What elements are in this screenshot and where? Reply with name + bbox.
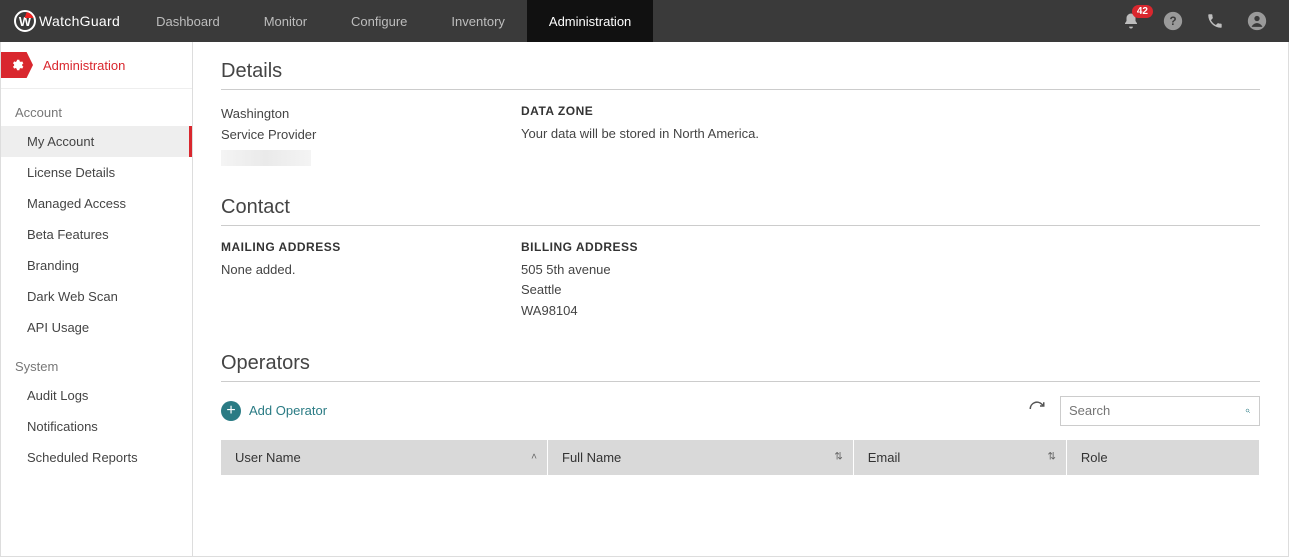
svg-text:?: ? <box>1169 15 1176 28</box>
sidebar-item-scheduled-reports[interactable]: Scheduled Reports <box>1 442 192 473</box>
plus-icon: + <box>221 401 241 421</box>
sort-asc-icon: ˄ <box>531 452 537 463</box>
search-box[interactable] <box>1060 396 1260 426</box>
account-type: Service Provider <box>221 125 461 146</box>
sidebar-header-label: Administration <box>43 58 125 73</box>
sidebar-item-managed-access[interactable]: Managed Access <box>1 188 192 219</box>
billing-line2: Seattle <box>521 280 761 301</box>
gear-icon <box>1 52 33 78</box>
col-email[interactable]: Email⇅ <box>853 440 1066 475</box>
search-icon <box>1245 403 1251 419</box>
nav-administration[interactable]: Administration <box>527 0 653 42</box>
sidebar-header: Administration <box>1 42 192 89</box>
operators-title: Operators <box>221 352 1260 382</box>
sidebar-group-system: System <box>1 343 192 380</box>
search-input[interactable] <box>1069 403 1245 418</box>
details-title: Details <box>221 60 1260 90</box>
logo-icon: W <box>14 10 36 32</box>
main-content: Details Washington Service Provider DATA… <box>193 42 1288 556</box>
main-nav: Dashboard Monitor Configure Inventory Ad… <box>134 0 653 42</box>
sidebar-item-notifications[interactable]: Notifications <box>1 411 192 442</box>
mailing-address-value: None added. <box>221 260 461 281</box>
billing-address-label: BILLING ADDRESS <box>521 240 761 254</box>
sidebar-item-audit-logs[interactable]: Audit Logs <box>1 380 192 411</box>
account-id-redacted <box>221 150 311 166</box>
billing-line1: 505 5th avenue <box>521 260 761 281</box>
add-operator-label: Add Operator <box>249 403 327 418</box>
data-zone-text: Your data will be stored in North Americ… <box>521 124 761 145</box>
data-zone-label: DATA ZONE <box>521 104 761 118</box>
user-icon[interactable] <box>1247 11 1267 31</box>
brand-text: WatchGuard <box>39 13 120 29</box>
nav-dashboard[interactable]: Dashboard <box>134 0 242 42</box>
sidebar-item-license-details[interactable]: License Details <box>1 157 192 188</box>
operators-table: User Name˄ Full Name⇅ Email⇅ Role <box>221 440 1260 475</box>
col-fullname[interactable]: Full Name⇅ <box>548 440 854 475</box>
nav-actions: 42 ? <box>1121 11 1289 31</box>
col-role[interactable]: Role <box>1066 440 1259 475</box>
nav-inventory[interactable]: Inventory <box>429 0 526 42</box>
sidebar-group-account: Account <box>1 89 192 126</box>
add-operator-button[interactable]: + Add Operator <box>221 401 327 421</box>
topbar: W WatchGuard Dashboard Monitor Configure… <box>0 0 1289 42</box>
account-name: Washington <box>221 104 461 125</box>
sidebar-item-branding[interactable]: Branding <box>1 250 192 281</box>
phone-icon[interactable] <box>1205 11 1225 31</box>
nav-configure[interactable]: Configure <box>329 0 429 42</box>
sidebar: Administration Account My Account Licens… <box>1 42 193 556</box>
help-icon[interactable]: ? <box>1163 11 1183 31</box>
sidebar-item-dark-web-scan[interactable]: Dark Web Scan <box>1 281 192 312</box>
notifications-icon[interactable]: 42 <box>1121 11 1141 31</box>
brand-logo[interactable]: W WatchGuard <box>0 0 134 42</box>
sidebar-item-api-usage[interactable]: API Usage <box>1 312 192 343</box>
sidebar-item-my-account[interactable]: My Account <box>1 126 192 157</box>
billing-line3: WA98104 <box>521 301 761 322</box>
sidebar-item-beta-features[interactable]: Beta Features <box>1 219 192 250</box>
col-username[interactable]: User Name˄ <box>221 440 548 475</box>
notifications-badge: 42 <box>1132 5 1153 18</box>
nav-monitor[interactable]: Monitor <box>242 0 329 42</box>
mailing-address-label: MAILING ADDRESS <box>221 240 461 254</box>
sort-icon: ⇅ <box>1047 452 1055 463</box>
sort-icon: ⇅ <box>834 452 842 463</box>
refresh-icon[interactable] <box>1028 400 1046 421</box>
contact-title: Contact <box>221 196 1260 226</box>
